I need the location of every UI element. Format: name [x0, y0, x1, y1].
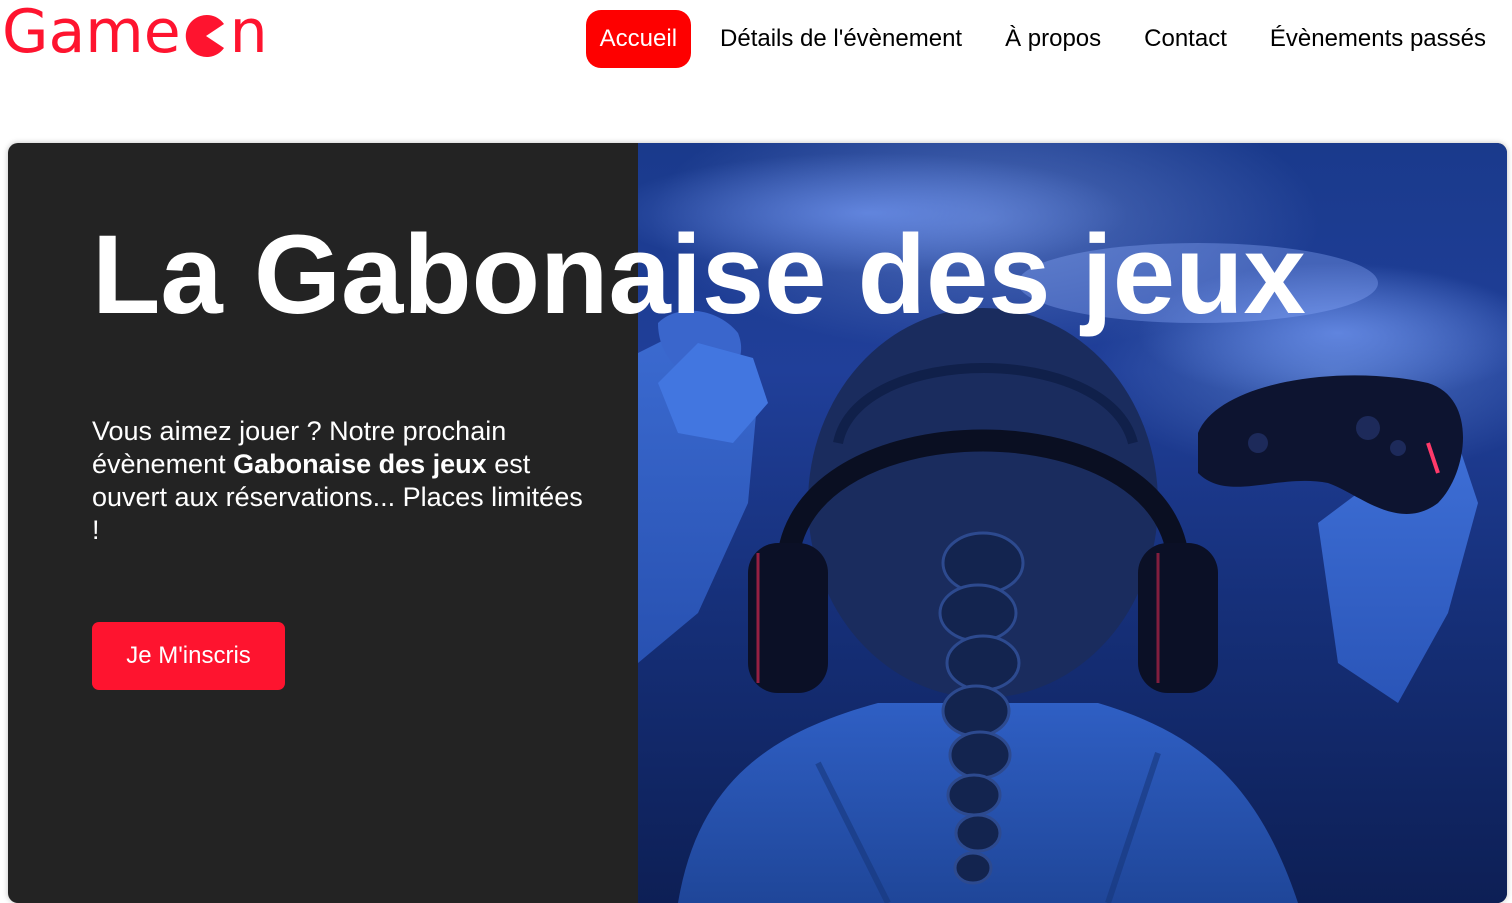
signup-button[interactable]: Je M'inscris [92, 622, 285, 690]
nav-item-evenements-passes[interactable]: Évènements passés [1256, 10, 1500, 68]
nav-item-a-propos[interactable]: À propos [991, 10, 1115, 68]
logo-text-suffix: n [229, 0, 268, 67]
nav-item-contact[interactable]: Contact [1130, 10, 1241, 68]
hero-description: Vous aimez jouer ? Notre prochain évènem… [92, 415, 592, 547]
main-nav: Accueil Détails de l'évènement À propos … [585, 10, 1500, 68]
nav-item-details[interactable]: Détails de l'évènement [706, 10, 976, 68]
hero-title: La Gabonaise des jeux [92, 212, 1306, 337]
pacman-o-icon [184, 14, 228, 58]
hero-section: La Gabonaise des jeux Vous aimez jouer ?… [8, 143, 1507, 903]
hero-text-event-name: Gabonaise des jeux [233, 449, 487, 479]
nav-item-accueil[interactable]: Accueil [585, 10, 692, 68]
logo-text-prefix: Game [2, 0, 181, 67]
gameon-logo[interactable]: Game n [2, 0, 268, 64]
site-header: Game n Accueil Détails de l'évènement À … [0, 0, 1512, 143]
